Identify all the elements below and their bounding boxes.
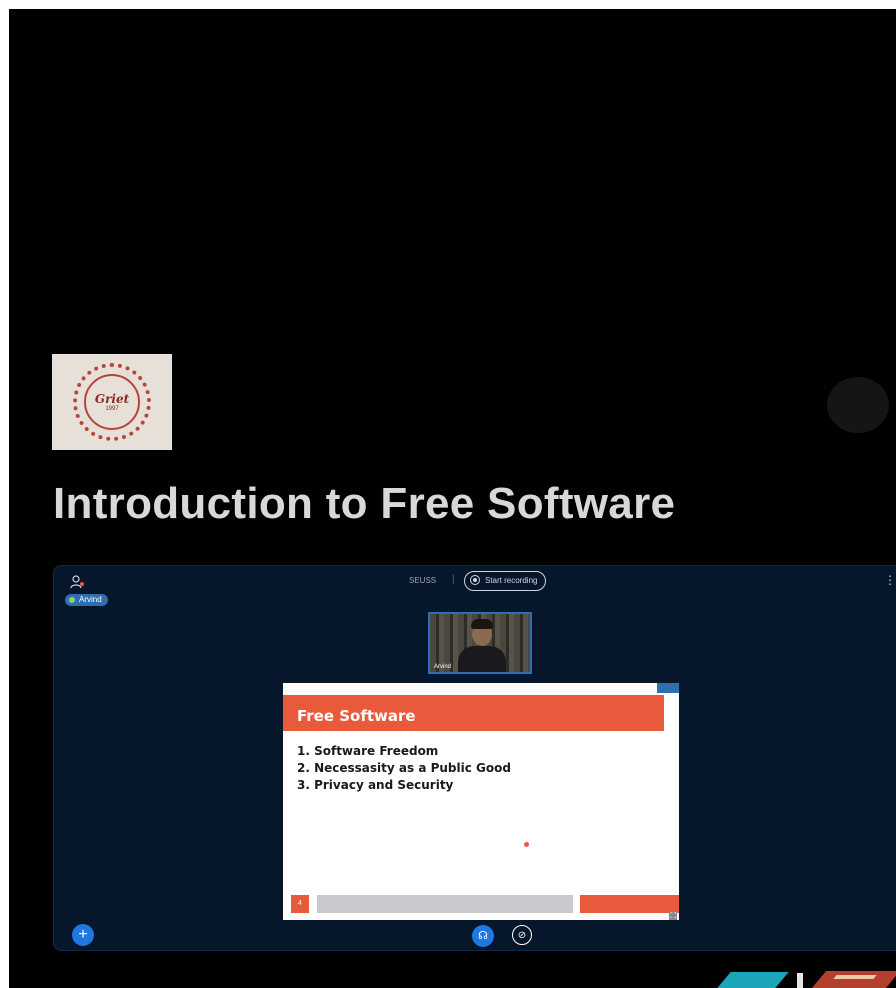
logo-wordmark: Griet (94, 392, 130, 406)
college-logo: Griet 1997 (52, 354, 172, 450)
list-item: 2. Necessasity as a Public Good (297, 761, 511, 775)
headphones-icon[interactable]: ☊ (472, 925, 494, 947)
slide-page-number: 4 (291, 895, 309, 913)
users-icon[interactable] (70, 574, 86, 590)
meeting-window: Arvind SEUSS | Start recording ⋮ Arvind … (53, 565, 896, 951)
slide-corner-marker (657, 683, 679, 693)
presentation-slide: Free Software 1. Software Freedom 2. Nec… (283, 683, 679, 920)
plus-icon[interactable]: + (72, 924, 94, 946)
session-name: SEUSS (409, 576, 437, 585)
presenter-name: Arvind (79, 595, 102, 604)
start-recording-button[interactable]: Start recording (464, 571, 547, 591)
logo-year: 1997 (105, 406, 119, 412)
record-label: Start recording (485, 576, 538, 585)
kebab-menu-icon[interactable]: ⋮ (884, 574, 896, 586)
slide-title: Free Software (297, 707, 416, 725)
presenter-badge[interactable]: Arvind (65, 594, 108, 606)
slide-list: 1. Software Freedom 2. Necessasity as a … (297, 743, 511, 794)
slide-header: Free Software (283, 695, 664, 731)
decorative-shape (811, 971, 896, 988)
divider: | (452, 574, 455, 585)
page-title: Introduction to Free Software (53, 479, 676, 528)
video-frame: Griet 1997 Introduction to Free Software… (9, 9, 896, 988)
decorative-shape (797, 973, 803, 988)
laser-pointer (524, 842, 529, 847)
list-item: 1. Software Freedom (297, 744, 439, 758)
webcam-tile[interactable]: Arvind (428, 612, 532, 674)
decorative-circle (827, 377, 889, 433)
slide-footer-bar (317, 895, 573, 913)
fit-to-screen-icon[interactable]: ⛶ (669, 912, 677, 920)
decorative-shape (833, 975, 877, 979)
list-item: 3. Privacy and Security (297, 778, 454, 792)
record-icon (470, 575, 480, 585)
decorative-shape (717, 972, 789, 988)
logo-seal: Griet 1997 (73, 363, 151, 441)
slide-footer-accent (580, 895, 679, 913)
video-off-icon[interactable]: ⊘ (512, 925, 532, 945)
webcam-name-label: Arvind (434, 664, 452, 670)
status-dot-icon (69, 597, 75, 603)
